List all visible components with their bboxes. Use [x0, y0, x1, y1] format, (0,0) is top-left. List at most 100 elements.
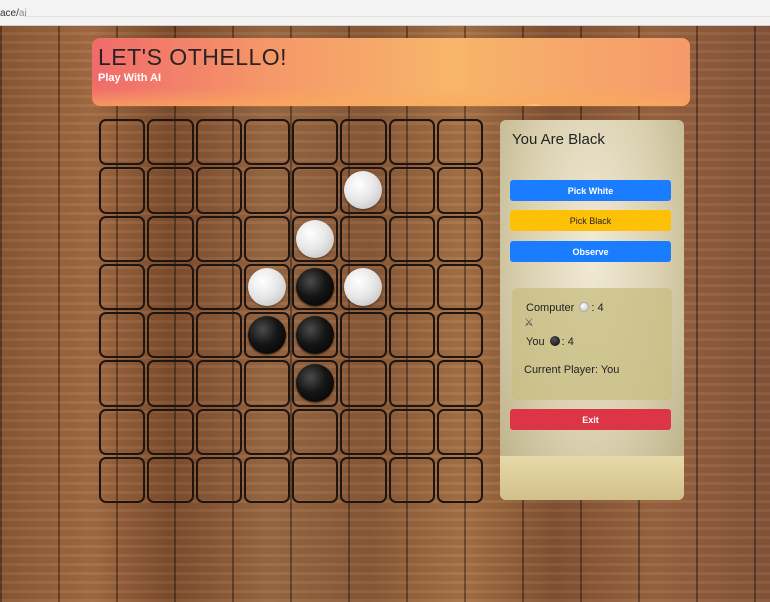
exit-button[interactable]: Exit: [510, 409, 671, 430]
page-title: LET'S OTHELLO!: [98, 44, 288, 70]
board-cell[interactable]: [436, 119, 483, 166]
you-label: You: [526, 336, 545, 348]
board-cell[interactable]: [195, 456, 242, 503]
board-cell[interactable]: [436, 167, 483, 214]
board-cell[interactable]: [147, 360, 194, 407]
board-cell[interactable]: [243, 408, 290, 455]
header-banner: LET'S OTHELLO! Play With AI: [92, 38, 690, 106]
you-score-line: You : 4: [526, 336, 574, 348]
board-cell[interactable]: [388, 167, 435, 214]
board-cell[interactable]: [388, 263, 435, 310]
board-cell[interactable]: [340, 167, 387, 214]
board-cell[interactable]: [195, 263, 242, 310]
board-cell[interactable]: [388, 456, 435, 503]
board-cell[interactable]: [388, 215, 435, 262]
board-cell[interactable]: [243, 119, 290, 166]
board-cell[interactable]: [436, 408, 483, 455]
board-cell[interactable]: [147, 263, 194, 310]
board-cell[interactable]: [292, 360, 339, 407]
computer-label: Computer: [526, 302, 575, 314]
board-cell[interactable]: [292, 456, 339, 503]
board-cell[interactable]: [195, 119, 242, 166]
black-disc: [247, 316, 286, 355]
control-panel: You Are Black Pick White Pick Black Obse…: [500, 120, 684, 500]
board-cell[interactable]: [292, 263, 339, 310]
board-cell[interactable]: [243, 312, 290, 359]
black-disc-icon: [549, 336, 560, 346]
board-cell[interactable]: [340, 215, 387, 262]
banner-landscape-graphic: [92, 88, 690, 106]
board-cell[interactable]: [147, 312, 194, 359]
pick-white-button[interactable]: Pick White: [510, 180, 671, 201]
current-player-status: Current Player: You: [524, 364, 620, 376]
url-path: ace/: [0, 8, 19, 19]
url-path-end: ai: [18, 8, 27, 19]
you-score: : 4: [561, 336, 574, 348]
board-cell[interactable]: [388, 408, 435, 455]
white-disc: [344, 267, 383, 306]
board-cell[interactable]: [243, 167, 290, 214]
board-cell[interactable]: [436, 360, 483, 407]
board-cell[interactable]: [340, 263, 387, 310]
board-cell[interactable]: [292, 215, 339, 262]
board-cell[interactable]: [292, 119, 339, 166]
black-disc: [296, 364, 335, 403]
white-disc-icon: [579, 302, 590, 312]
page-subtitle: Play With AI: [98, 72, 162, 84]
board-cell[interactable]: [436, 263, 483, 310]
board-cell[interactable]: [388, 360, 435, 407]
black-disc: [296, 316, 335, 355]
player-color-title: You Are Black: [512, 131, 605, 148]
board-cell[interactable]: [436, 456, 483, 503]
browser-url-bar[interactable]: ace/ai: [0, 0, 770, 26]
board-cell[interactable]: [292, 312, 339, 359]
score-box: Computer : 4 ⚔ You : 4 Current Player: Y…: [512, 288, 672, 400]
board-cell[interactable]: [99, 360, 146, 407]
board-cell[interactable]: [147, 408, 194, 455]
url-text[interactable]: ace/ai: [0, 8, 27, 19]
board-cell[interactable]: [147, 167, 194, 214]
url-bar-divider: [24, 16, 770, 17]
board-cell[interactable]: [99, 167, 146, 214]
board-cell[interactable]: [340, 312, 387, 359]
board-cell[interactable]: [340, 456, 387, 503]
board-cell[interactable]: [388, 119, 435, 166]
black-disc: [296, 267, 335, 306]
board-cell[interactable]: [436, 312, 483, 359]
board-cell[interactable]: [195, 215, 242, 262]
computer-score-line: Computer : 4: [526, 302, 604, 314]
white-disc: [247, 267, 286, 306]
white-disc: [296, 219, 335, 258]
board-cell[interactable]: [340, 408, 387, 455]
pick-black-button[interactable]: Pick Black: [510, 210, 671, 231]
panel-floor-graphic: [500, 456, 684, 500]
board-cell[interactable]: [243, 215, 290, 262]
board-cell[interactable]: [99, 456, 146, 503]
board-cell[interactable]: [243, 263, 290, 310]
board-cell[interactable]: [243, 456, 290, 503]
white-disc: [344, 171, 383, 210]
board-cell[interactable]: [292, 167, 339, 214]
board-cell[interactable]: [195, 360, 242, 407]
board-cell[interactable]: [99, 263, 146, 310]
board-cell[interactable]: [195, 408, 242, 455]
crossed-swords-icon: ⚔: [524, 316, 534, 329]
board-cell[interactable]: [243, 360, 290, 407]
board-cell[interactable]: [340, 360, 387, 407]
observe-button[interactable]: Observe: [510, 241, 671, 262]
board-cell[interactable]: [99, 119, 146, 166]
computer-score: : 4: [591, 302, 604, 314]
board-cell[interactable]: [99, 215, 146, 262]
board-cell[interactable]: [436, 215, 483, 262]
board-cell[interactable]: [99, 312, 146, 359]
othello-board: [98, 118, 484, 504]
board-cell[interactable]: [340, 119, 387, 166]
board-cell[interactable]: [147, 119, 194, 166]
board-cell[interactable]: [292, 408, 339, 455]
board-cell[interactable]: [147, 456, 194, 503]
board-cell[interactable]: [388, 312, 435, 359]
board-cell[interactable]: [195, 167, 242, 214]
board-cell[interactable]: [147, 215, 194, 262]
board-cell[interactable]: [99, 408, 146, 455]
board-cell[interactable]: [195, 312, 242, 359]
